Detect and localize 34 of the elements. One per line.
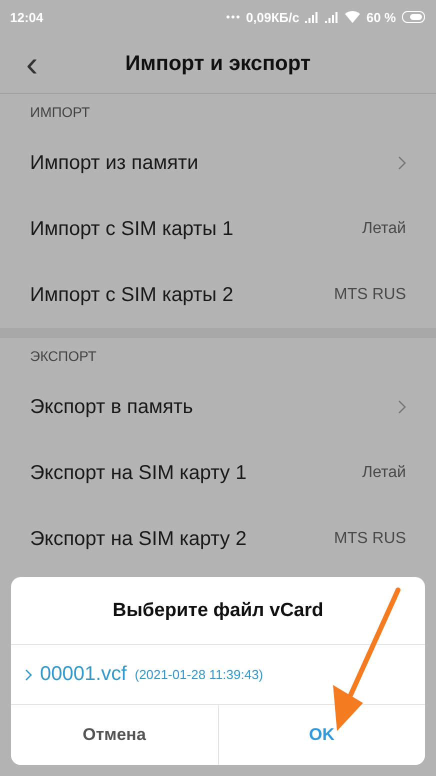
settings-row[interactable]: Экспорт на SIM карту 1 Летай	[0, 440, 436, 506]
row-value: Летай	[362, 464, 406, 482]
row-label: Экспорт на SIM карту 1	[30, 462, 248, 484]
network-speed: 0,09КБ/с	[246, 10, 300, 24]
file-name: 00001.vcf	[40, 663, 127, 686]
dialog-title: Выберите файл vCard	[11, 577, 425, 645]
back-button[interactable]: ‹	[0, 46, 60, 82]
settings-row[interactable]: Импорт с SIM карты 2 MTS RUS	[0, 262, 436, 328]
row-label: Импорт с SIM карты 1	[30, 218, 234, 240]
section-header: ЭКСПОРТ	[29, 347, 98, 366]
settings-row[interactable]: Экспорт на SIM карту 2 MTS RUS	[0, 506, 436, 572]
chevron-icon	[25, 668, 32, 680]
battery-icon	[402, 11, 426, 23]
signal-icon	[325, 11, 340, 23]
row-value: MTS RUS	[334, 530, 406, 548]
screen-title: Импорт и экспорт	[124, 52, 312, 76]
chevron-icon	[398, 400, 406, 414]
clock: 12:04	[10, 10, 44, 24]
row-value: MTS RUS	[334, 286, 406, 304]
signal-icon	[305, 11, 320, 23]
settings-row[interactable]: Импорт с SIM карты 1 Летай	[0, 196, 436, 262]
file-date: (2021-01-28 11:39:43)	[134, 667, 264, 682]
settings-row[interactable]: Импорт из памяти	[0, 130, 436, 196]
row-value: Летай	[362, 220, 406, 238]
row-label: Импорт из памяти	[30, 152, 200, 174]
wifi-icon	[345, 11, 360, 23]
battery-percent: 60 %	[366, 10, 396, 24]
more-icon	[226, 15, 240, 19]
settings-row[interactable]: Экспорт в память	[0, 374, 436, 440]
chevron-icon	[398, 156, 406, 170]
section-header: ИМПОРТ	[29, 103, 91, 122]
row-label: Импорт с SIM карты 2	[30, 284, 234, 306]
row-label: Экспорт в память	[30, 396, 194, 418]
row-label: Экспорт на SIM карту 2	[30, 528, 248, 550]
